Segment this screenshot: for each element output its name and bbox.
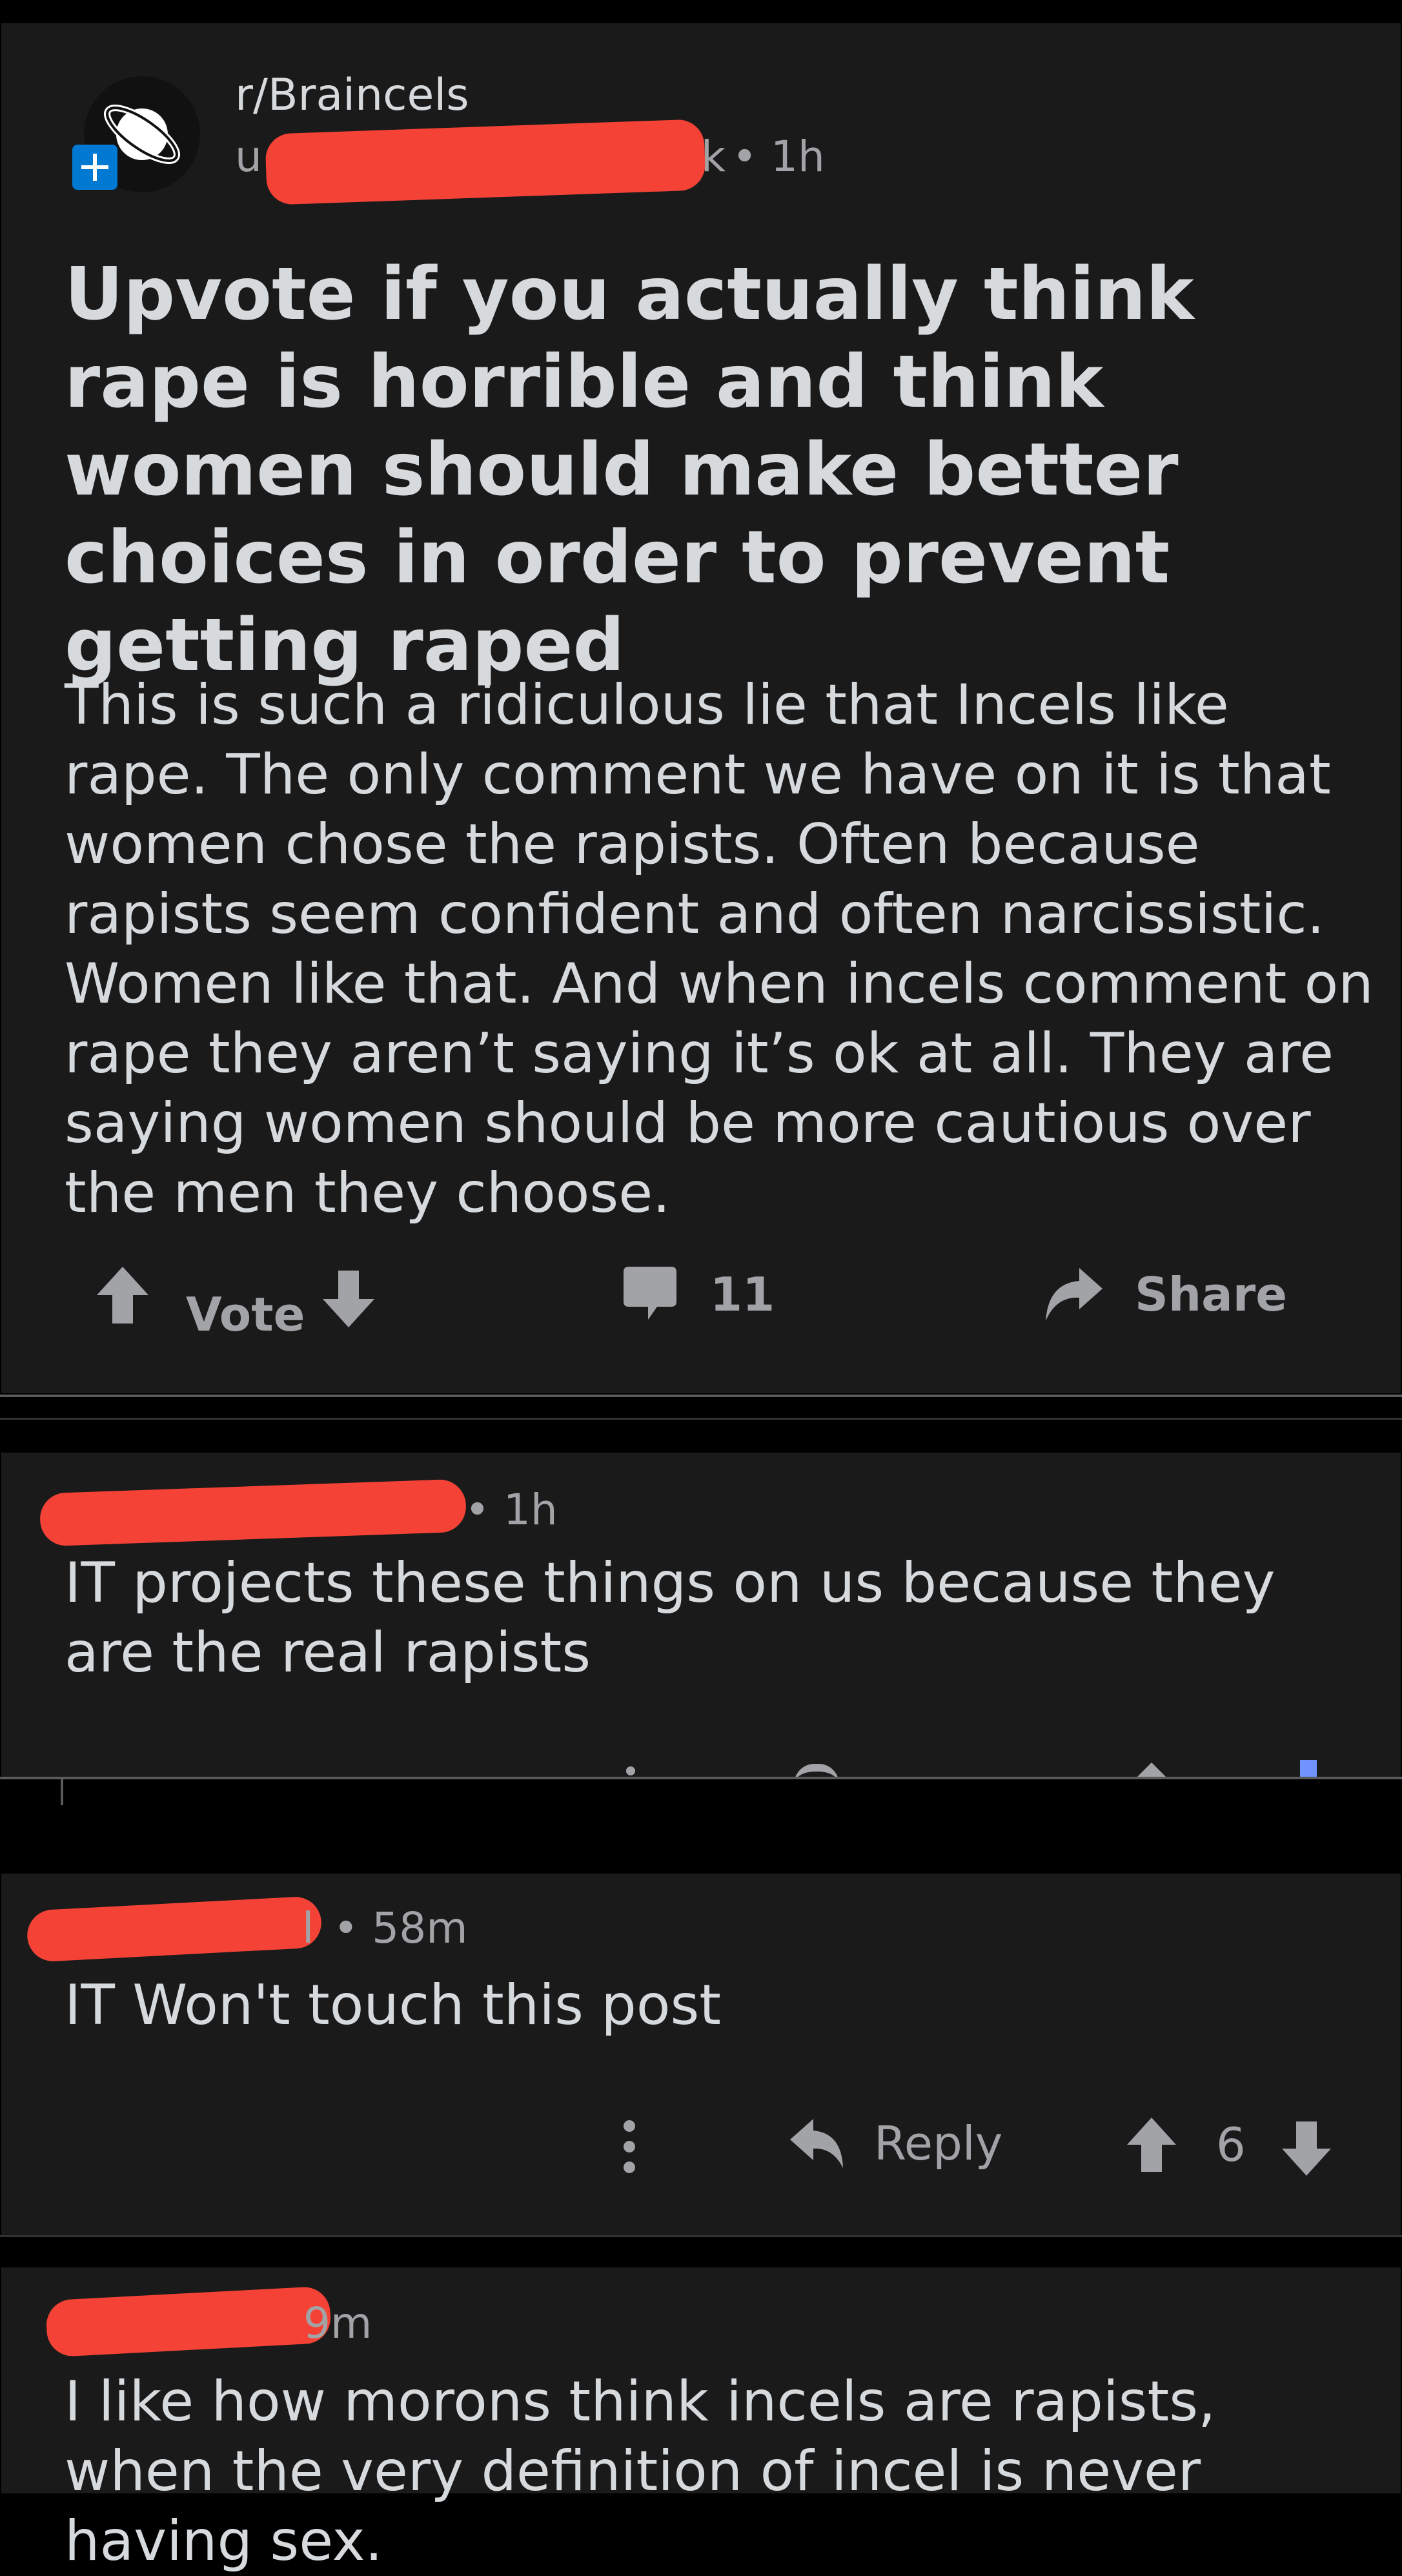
comment-meta: l • 58m (302, 1903, 468, 1953)
divider (0, 2235, 1402, 2237)
arrow-up-icon (96, 1264, 150, 1326)
downvote-button[interactable] (321, 1268, 376, 1330)
username-prefix[interactable]: u (235, 132, 262, 181)
comment-card: l • 58m IT Won't touch this post Reply 6 (1, 1874, 1401, 2235)
divider (0, 1418, 1402, 1420)
redacted-username (265, 119, 706, 205)
vote-label: Vote (186, 1287, 305, 1342)
comment-card: 9m I like how morons think incels are ra… (1, 2267, 1401, 2573)
more-options-icon[interactable] (626, 1766, 635, 1775)
score-upvoted-bar (1300, 1760, 1317, 1777)
comment-text: IT Won't touch this post (65, 1973, 722, 2038)
upvote-button[interactable] (96, 1264, 150, 1326)
username-suffix[interactable]: l (302, 1903, 314, 1953)
share-label: Share (1135, 1267, 1288, 1322)
arrow-down-icon (1281, 2119, 1332, 2178)
thread-line (61, 1779, 63, 1805)
vertical-dots-icon (620, 2119, 639, 2174)
redacted-username (26, 1896, 323, 1963)
divider (0, 1777, 1402, 1779)
divider (0, 1395, 1402, 1397)
comments-button[interactable]: 11 (622, 1265, 775, 1324)
post-body: This is such a ridiculous lie that Incel… (65, 673, 1374, 1225)
post-title[interactable]: Upvote if you actually think rape is hor… (65, 250, 1330, 690)
comment-score: 6 (1216, 2118, 1246, 2172)
redacted-username (45, 2285, 332, 2358)
comment-text: IT projects these things on us because t… (65, 1551, 1275, 1685)
reply-icon[interactable] (794, 1764, 839, 1777)
reply-label: Reply (874, 2116, 1003, 2171)
reply-button[interactable]: Reply (789, 2116, 1002, 2171)
downvote-button[interactable] (1281, 2119, 1332, 2178)
more-options-button[interactable] (620, 2119, 639, 2174)
comment-actions-clipped (1, 1760, 1401, 1777)
arrow-up-icon (1126, 2115, 1177, 2174)
comment-card: • 1h IT projects these things on us beca… (1, 1453, 1401, 1777)
comment-time: • 58m (333, 1903, 468, 1953)
subreddit-name[interactable]: r/Braincels (235, 70, 469, 121)
reply-arrow-icon (789, 2118, 844, 2169)
upvote-icon[interactable] (1132, 1763, 1171, 1777)
arrow-down-icon (321, 1268, 376, 1330)
join-plus-icon[interactable] (72, 145, 117, 190)
comment-count: 11 (710, 1267, 775, 1322)
upvote-button[interactable] (1126, 2115, 1177, 2174)
comment-time: • 1h (465, 1485, 558, 1535)
share-button[interactable]: Share (1042, 1265, 1287, 1324)
redacted-username (39, 1478, 467, 1547)
post-time: • 1h (732, 132, 825, 181)
comment-text: I like how morons think incels are rapis… (65, 2369, 1216, 2573)
comment-time: 9m (303, 2298, 372, 2348)
share-arrow-icon (1042, 1265, 1104, 1324)
comment-bubble-icon (622, 1265, 678, 1324)
post-card: r/Braincels u k • 1h Upvote if you actua… (1, 23, 1401, 1393)
